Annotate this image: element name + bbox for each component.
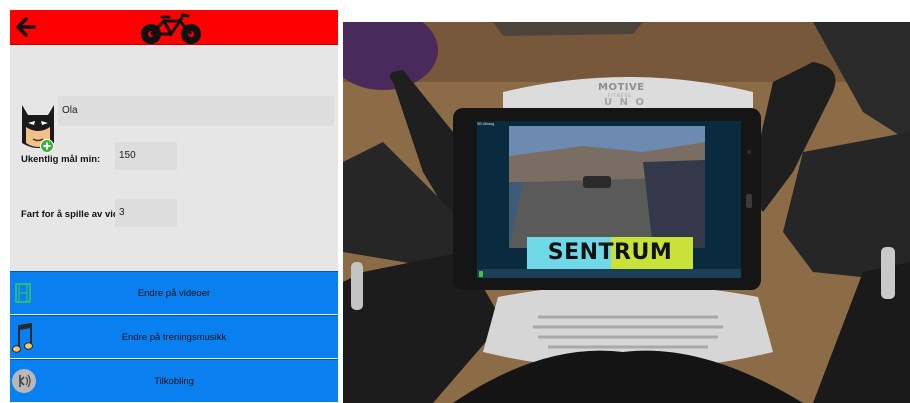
edit-videos-button[interactable]: Endre på videoer bbox=[10, 271, 338, 314]
brand-logo: MOTIVE FITNESS U N O bbox=[598, 82, 666, 112]
edit-videos-label: Endre på videoer bbox=[137, 288, 211, 299]
photo-scene bbox=[343, 22, 910, 403]
brand-line-1: MOTIVE bbox=[598, 82, 645, 93]
edit-music-label: Endre på treningsmusikk bbox=[121, 332, 227, 343]
back-arrow-icon[interactable] bbox=[14, 14, 40, 40]
connection-button[interactable]: Tilkobling bbox=[10, 359, 338, 402]
connection-label: Tilkobling bbox=[154, 376, 194, 387]
profile-section: Ola Ukentlig mål min: 150 Fart for å spi… bbox=[10, 46, 338, 270]
bicycle-icon bbox=[136, 11, 206, 45]
edit-music-button[interactable]: Endre på treningsmusikk bbox=[10, 315, 338, 358]
sentrum-label: SENTRUM bbox=[547, 240, 673, 265]
bike-tablet-photo: MOTIVE FITNESS U N O SB Uthaug SENTRUM bbox=[343, 22, 910, 403]
brand-line-3: U N O bbox=[604, 97, 646, 108]
weekly-goal-field[interactable]: 150 bbox=[115, 142, 177, 170]
weekly-goal-label: Ukentlig mål min: bbox=[21, 154, 101, 165]
avatar[interactable] bbox=[19, 103, 57, 155]
app-screen: Ola Ukentlig mål min: 150 Fart for å spi… bbox=[10, 10, 338, 402]
video-speed-field[interactable]: 3 bbox=[115, 199, 177, 227]
name-field[interactable]: Ola bbox=[58, 96, 334, 126]
top-bar bbox=[10, 10, 338, 45]
tablet-status-text: SB Uthaug bbox=[477, 122, 494, 126]
